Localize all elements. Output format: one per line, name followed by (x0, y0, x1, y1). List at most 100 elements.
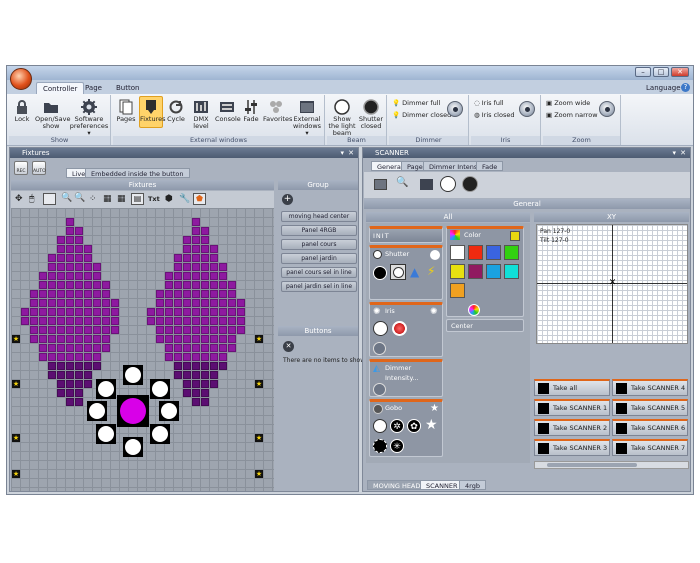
fixture-cell[interactable] (84, 254, 92, 262)
take-button[interactable]: Take SCANNER 6 (612, 419, 688, 436)
fixture-cell[interactable] (174, 299, 182, 307)
fixture-cell[interactable] (102, 317, 110, 325)
fixture-cell[interactable] (93, 362, 101, 370)
take-button[interactable]: Take SCANNER 7 (612, 439, 688, 456)
tab-embedded[interactable]: Embedded inside the button (85, 168, 190, 178)
fixture-cell[interactable] (165, 281, 173, 289)
fixture-cell[interactable] (183, 236, 191, 244)
fixture-cell[interactable] (183, 281, 191, 289)
fixture-cell[interactable] (183, 326, 191, 334)
color-swatch[interactable] (468, 264, 483, 279)
fixture-cell[interactable] (201, 326, 209, 334)
fixture-cell[interactable] (39, 326, 47, 334)
fixture-cell[interactable] (102, 326, 110, 334)
marker-star-icon[interactable]: ★ (255, 335, 263, 343)
dmx-level-button[interactable]: DMX level (189, 97, 213, 130)
fixture-cell[interactable] (201, 227, 209, 235)
fixture-cell[interactable] (75, 398, 83, 406)
fixture-cell[interactable] (183, 389, 191, 397)
fixture-cell[interactable] (174, 326, 182, 334)
pages-button[interactable]: Pages (115, 97, 137, 123)
fixture-cell[interactable] (39, 290, 47, 298)
iris-small-icon[interactable]: ✺ (430, 307, 438, 317)
fixture-cell[interactable] (75, 254, 83, 262)
fixture-cell[interactable] (57, 290, 65, 298)
moving-head-fixture[interactable] (150, 423, 170, 444)
fixture-cell[interactable] (57, 245, 65, 253)
fixture-cell[interactable] (66, 299, 74, 307)
fixture-cell[interactable] (57, 344, 65, 352)
select-icon[interactable] (43, 193, 56, 205)
fixture-cell[interactable] (39, 299, 47, 307)
fixture-cell[interactable] (102, 308, 110, 316)
fixture-cell[interactable] (201, 389, 209, 397)
fixture-cell[interactable] (183, 245, 191, 253)
fixture-cell[interactable] (192, 218, 200, 226)
fixture-cell[interactable] (183, 290, 191, 298)
fixture-cell[interactable] (75, 353, 83, 361)
gobo-burst-preset[interactable]: ✳ (390, 439, 404, 453)
fixture-cell[interactable] (201, 353, 209, 361)
fixture-cell[interactable] (192, 263, 200, 271)
fixture-cell[interactable] (183, 371, 191, 379)
fixture-cell[interactable] (228, 326, 236, 334)
fixture-cell[interactable] (210, 362, 218, 370)
fixture-cell[interactable] (75, 371, 83, 379)
fixture-cell[interactable] (48, 362, 56, 370)
dimmer-full-button[interactable]: 💡 Dimmer full (392, 98, 440, 109)
fixture-cell[interactable] (156, 317, 164, 325)
fixture-cell[interactable] (66, 389, 74, 397)
fixture-cell[interactable] (84, 380, 92, 388)
preferences-button[interactable]: Software preferences ▾ (69, 97, 109, 137)
fixture-cell[interactable] (183, 308, 191, 316)
fixture-cell[interactable] (75, 236, 83, 244)
fixture-cell[interactable] (192, 236, 200, 244)
zoom-out-icon[interactable]: 🔍 (74, 193, 85, 203)
fixture-cell[interactable] (57, 371, 65, 379)
fixture-cell[interactable] (48, 299, 56, 307)
fixture-cell[interactable] (48, 290, 56, 298)
fixture-cell[interactable] (57, 389, 65, 397)
fixture-cell[interactable] (57, 308, 65, 316)
fixture-cell[interactable] (228, 317, 236, 325)
moving-head-fixture[interactable] (123, 437, 143, 457)
add-group-icon[interactable]: + (282, 194, 293, 205)
fixture-cell[interactable] (174, 344, 182, 352)
fixture-cell[interactable] (75, 299, 83, 307)
fixture-cell[interactable] (219, 308, 227, 316)
fixture-cell[interactable] (219, 281, 227, 289)
color-swatch[interactable] (504, 264, 519, 279)
moving-head-fixture[interactable] (123, 365, 143, 385)
moving-head-fixture[interactable] (159, 401, 179, 421)
bottom-tab-moving-head[interactable]: MOVING HEAD (367, 480, 427, 490)
fixture-cell[interactable] (165, 353, 173, 361)
fixture-cell[interactable] (84, 299, 92, 307)
fixture-cell[interactable] (75, 344, 83, 352)
fixture-cell[interactable] (66, 272, 74, 280)
fixture-cell[interactable] (102, 290, 110, 298)
center-card[interactable]: Center (446, 319, 524, 332)
color-swatch[interactable] (468, 245, 483, 260)
group-item[interactable]: panel cours sel in line (281, 267, 357, 278)
fixture-cell[interactable] (66, 236, 74, 244)
fixture-cell[interactable] (84, 281, 92, 289)
fixture-cell[interactable] (75, 326, 83, 334)
fixture-cell[interactable] (192, 281, 200, 289)
fixture-cell[interactable] (66, 263, 74, 271)
take-button[interactable]: Take SCANNER 3 (534, 439, 610, 456)
color-icon[interactable]: ⬢ (165, 194, 173, 204)
fixture-cell[interactable] (210, 245, 218, 253)
iris-full-button[interactable]: ◌ Iris full (474, 98, 504, 109)
fixture-cell[interactable] (192, 371, 200, 379)
fixture-cell[interactable] (57, 281, 65, 289)
open-save-button[interactable]: Open/Save show (35, 97, 71, 130)
dimmer-closed-button[interactable]: 💡 Dimmer closed (392, 110, 451, 121)
shutter-closed-preset[interactable] (373, 266, 387, 280)
fixture-cell[interactable] (30, 299, 38, 307)
fixture-cell[interactable] (165, 290, 173, 298)
moving-head-fixture[interactable] (96, 423, 116, 444)
text-toggle-button[interactable]: Txt (148, 195, 160, 203)
fixture-cell[interactable] (192, 398, 200, 406)
take-button[interactable]: Take all (534, 379, 610, 396)
view-icon[interactable] (374, 179, 387, 190)
